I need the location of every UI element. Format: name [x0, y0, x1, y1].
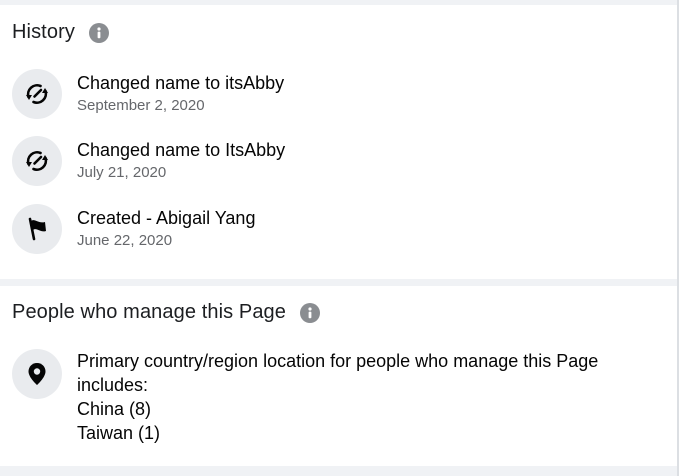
history-item: Changed name to ItsAbby July 21, 2020 [12, 136, 285, 186]
info-icon[interactable] [88, 22, 109, 43]
history-item: Changed name to itsAbby September 2, 202… [12, 69, 284, 119]
managers-location-text: Primary country/region location for peop… [77, 349, 667, 445]
managers-header: People who manage this Page [12, 301, 320, 324]
history-item-text: Created - Abigail Yang June 22, 2020 [77, 204, 255, 251]
history-item-text: Changed name to itsAbby September 2, 202… [77, 69, 284, 116]
history-item-date: September 2, 2020 [77, 97, 205, 114]
edit-name-icon [12, 136, 62, 186]
history-item-title: Created - Abigail Yang [77, 208, 256, 228]
history-item-date: July 21, 2020 [77, 164, 167, 181]
managers-country: Taiwan (1) [77, 423, 161, 443]
flag-icon [12, 204, 62, 254]
managers-country: China (8) [77, 399, 152, 419]
history-title: History [12, 21, 75, 43]
location-pin-icon [12, 349, 62, 399]
history-item-date: June 22, 2020 [77, 232, 173, 249]
history-item-text: Changed name to ItsAbby July 21, 2020 [77, 136, 285, 183]
edit-name-icon [12, 69, 62, 119]
info-icon[interactable] [300, 302, 320, 323]
history-item: Created - Abigail Yang June 22, 2020 [12, 204, 255, 254]
managers-title: People who manage this Page [12, 301, 286, 323]
history-item-title: Changed name to ItsAbby [77, 140, 286, 160]
history-header: History [12, 21, 109, 44]
managers-card: People who manage this Page Primary coun… [0, 286, 679, 466]
history-card: History Changed name to itsAbby Septembe… [0, 5, 679, 279]
history-item-title: Changed name to itsAbby [77, 73, 285, 93]
managers-description: Primary country/region location for peop… [77, 351, 599, 395]
managers-location-row: Primary country/region location for peop… [12, 349, 667, 445]
